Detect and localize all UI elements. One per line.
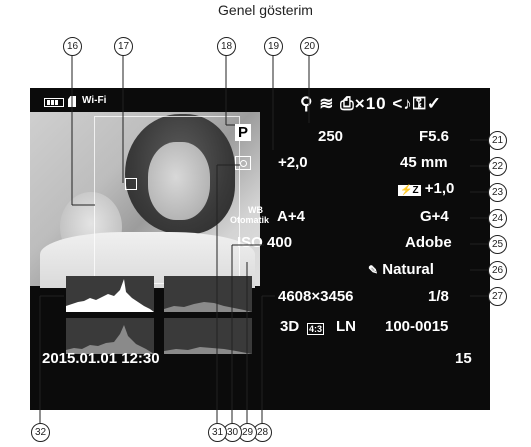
flash-compensation: ⚡Z +1,0 bbox=[398, 180, 455, 197]
histogram-green bbox=[66, 318, 154, 354]
file-number: 100-0015 bbox=[385, 318, 449, 335]
wifi-icon: ≋ bbox=[319, 94, 335, 113]
photo-preview bbox=[30, 112, 260, 288]
af-point bbox=[125, 178, 137, 190]
histogram-luminance bbox=[66, 276, 154, 312]
aspect-ratio: 4:3 bbox=[307, 323, 325, 335]
image-resolution: 4608×3456 bbox=[278, 288, 354, 305]
callout-16: 16 bbox=[63, 37, 82, 56]
wb-correction-green: G+4 bbox=[420, 208, 449, 225]
callout-31: 31 bbox=[208, 423, 227, 442]
white-balance-mode: Otomatik bbox=[230, 215, 270, 225]
three-d-label: 3D bbox=[280, 318, 300, 335]
callout-27: 27 bbox=[488, 287, 507, 306]
exposure-compensation: +2,0 bbox=[278, 154, 308, 171]
callout-32: 32 bbox=[31, 423, 50, 442]
date-time: 2015.01.01 12:30 bbox=[42, 350, 160, 367]
histogram-red bbox=[164, 276, 252, 312]
histogram-blue bbox=[164, 318, 252, 354]
callout-21: 21 bbox=[488, 131, 507, 150]
status-bar: Wi-Fi ⚲ ≋ ⎙×10 <♪⚿✓ bbox=[30, 92, 490, 114]
card-icon bbox=[68, 96, 76, 107]
wifi-label: Wi-Fi bbox=[82, 95, 107, 106]
callout-23: 23 bbox=[488, 183, 507, 202]
diagram-title: Genel gösterim bbox=[218, 2, 313, 18]
aperture-value: F5.6 bbox=[419, 128, 450, 145]
callout-17: 17 bbox=[114, 37, 133, 56]
callout-25: 25 bbox=[488, 235, 507, 254]
flash-icon: ⚡Z bbox=[398, 185, 421, 196]
status-icons: ⚲ ≋ ⎙×10 <♪⚿✓ bbox=[300, 94, 442, 114]
compression-ratio: 1/8 bbox=[428, 288, 449, 305]
camera-display: Wi-Fi ⚲ ≋ ⎙×10 <♪⚿✓ P 250 F5.6 +2,0 45 m… bbox=[30, 88, 490, 410]
battery-icon bbox=[44, 98, 64, 107]
metering-icon bbox=[235, 154, 251, 172]
share-icon: < bbox=[392, 94, 404, 113]
iso-value: ISO 400 bbox=[237, 234, 293, 251]
shutter-speed: 250 bbox=[318, 128, 344, 145]
callout-19: 19 bbox=[264, 37, 283, 56]
callout-22: 22 bbox=[488, 157, 507, 176]
shooting-mode: P bbox=[235, 124, 252, 141]
focal-length: 45 mm bbox=[400, 154, 448, 171]
print-icon: ⎙ bbox=[340, 94, 355, 113]
print-count: ×10 bbox=[354, 94, 387, 113]
frame-number: 15 bbox=[455, 350, 472, 367]
picture-mode-icon: ✎ bbox=[368, 263, 379, 277]
picture-mode: ✎ Natural bbox=[368, 261, 434, 278]
wb-correction-amber: A+4 bbox=[277, 208, 305, 225]
protect-icon: ⚿ bbox=[412, 94, 427, 113]
callout-20: 20 bbox=[300, 37, 319, 56]
af-frame bbox=[94, 116, 240, 284]
callout-18: 18 bbox=[217, 37, 236, 56]
sound-icon: ♪ bbox=[403, 94, 413, 113]
callout-24: 24 bbox=[488, 209, 507, 228]
gps-icon: ⚲ bbox=[300, 94, 314, 113]
callout-26: 26 bbox=[488, 261, 507, 280]
color-space: Adobe bbox=[405, 234, 452, 251]
image-quality: LN bbox=[336, 318, 356, 335]
check-icon: ✓ bbox=[426, 94, 442, 113]
